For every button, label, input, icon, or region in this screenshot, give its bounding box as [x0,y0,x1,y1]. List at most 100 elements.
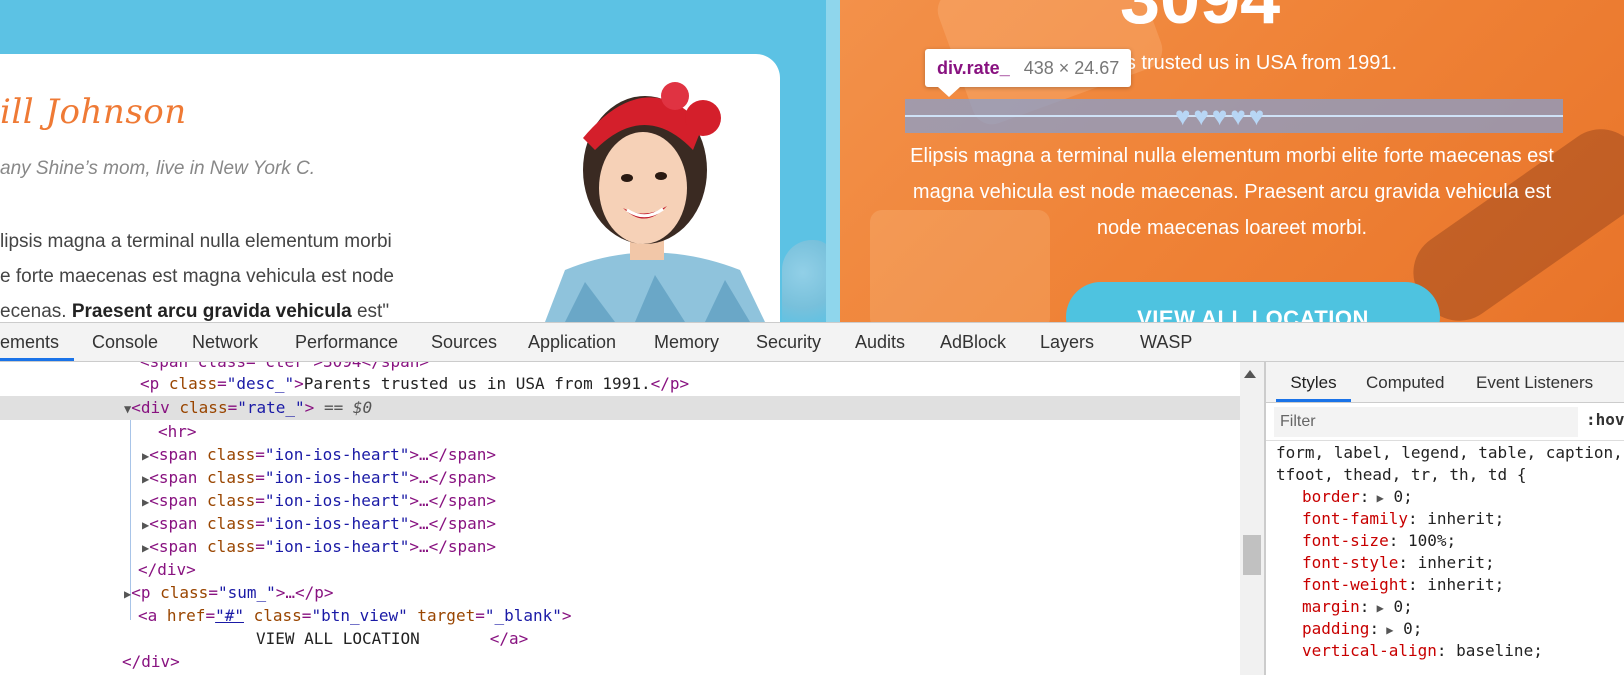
css-property-name[interactable]: font-size [1302,531,1389,550]
css-property-value[interactable]: 0; [1384,487,1413,506]
dom-tag: <span [149,468,198,487]
dom-attr-value[interactable]: "#" [215,606,244,625]
css-declaration[interactable]: font-size: 100%; [1276,530,1624,552]
summary-line: node maecenas loareet morbi. [1096,217,1368,239]
dom-node-close[interactable]: </div> [0,650,1240,674]
dom-attr-name: class [207,537,256,556]
css-property-value[interactable]: baseline; [1447,641,1543,660]
testimonial-section: ill Johnson any Shine’s mom, live in New… [0,0,840,322]
dom-node-heart[interactable]: ▶<span class="ion-ios-heart">…</span> [0,443,1240,467]
dom-tag: </span> [428,468,497,487]
dom-ellipsis: >… [275,583,296,602]
expand-triangle-icon[interactable]: ▶ [1369,491,1384,505]
testimonial-name: ill Johnson [0,92,187,132]
summary-line: Elipsis magna a terminal nulla elementum… [910,145,1554,167]
dom-text: VIEW ALL LOCATION [256,629,420,648]
dom-node-link-text[interactable]: VIEW ALL LOCATION </a> [0,627,1240,651]
tab-network[interactable]: Network [192,323,258,361]
dom-tag: <p [131,583,151,602]
tab-layers[interactable]: Layers [1040,323,1094,361]
dom-ellipsis: >… [409,537,429,556]
scrollbar-thumb[interactable] [1243,535,1261,575]
dom-node-link[interactable]: <a href="#" class="btn_view" target="_bl… [0,604,1240,628]
css-declarations: border: ▶ 0; font-family: inherit; font-si… [1276,486,1624,662]
dom-ellipsis: >… [409,514,429,533]
view-all-location-button[interactable]: VIEW ALL LOCATION [1066,282,1440,322]
expand-triangle-icon[interactable]: ▶ [1369,601,1384,615]
dom-attr-value: "btn_view" [311,606,408,625]
css-property-name[interactable]: border [1302,487,1360,506]
dom-tag: <a [138,606,158,625]
css-property-name[interactable]: font-style [1302,553,1398,572]
css-property-name[interactable]: vertical-align [1302,641,1437,660]
css-property-name[interactable]: font-family [1302,509,1408,528]
css-property-value[interactable]: inherit; [1408,553,1495,572]
quote-text: ecenas. [0,301,67,322]
tab-audits[interactable]: Audits [855,323,905,361]
tooltip-dimensions: 438 × 24.67 [1023,57,1120,78]
dom-attr-value: "ion-ios-heart" [264,537,410,556]
quote-line: ecenas. Praesent arcu gravida vehicula e… [0,294,420,322]
css-declaration[interactable]: font-family: inherit; [1276,508,1624,530]
css-property-value[interactable]: inherit; [1418,509,1504,528]
css-property-value[interactable]: inherit; [1418,575,1504,594]
dom-node-heart[interactable]: ▶<span class="ion-ios-heart">…</span> [0,489,1240,513]
tab-computed[interactable]: Computed [1366,362,1444,402]
dom-node-heart[interactable]: ▶<span class="ion-ios-heart">…</span> [0,512,1240,536]
tab-application[interactable]: Application [528,323,616,361]
dom-attr-name: class [160,583,209,602]
tab-performance[interactable]: Performance [295,323,398,361]
css-declaration[interactable]: vertical-align: baseline; [1276,640,1624,662]
css-declaration[interactable]: border: ▶ 0; [1276,486,1624,508]
css-property-name[interactable]: font-weight [1302,575,1408,594]
css-declaration[interactable]: font-weight: inherit; [1276,574,1624,596]
css-property-value[interactable]: 0; [1384,597,1413,616]
css-property-name[interactable]: padding [1302,619,1369,638]
dom-attr-name: href [166,606,206,625]
tab-event-listeners[interactable]: Event Listeners [1476,362,1593,402]
dom-node-heart[interactable]: ▶<span class="ion-ios-heart">…</span> [0,535,1240,559]
dom-tag-end: > [304,398,315,417]
dom-tag: </a> [489,629,529,648]
dom-text: Parents trusted us in USA from 1991. [303,374,651,393]
tab-elements[interactable]: ements [0,323,74,361]
quote-line: e forte maecenas est magna vehicula est … [0,266,394,287]
hover-state-toggle[interactable]: :hov [1586,410,1624,429]
css-declaration[interactable]: margin: ▶ 0; [1276,596,1624,618]
css-declaration[interactable]: font-style: inherit; [1276,552,1624,574]
dom-node-sum[interactable]: ▶<p class="sum_">…</p> [0,581,1240,605]
dom-tag: </div> [138,560,196,579]
tab-memory[interactable]: Memory [654,323,719,361]
dom-node-heart[interactable]: ▶<span class="ion-ios-heart">…</span> [0,466,1240,490]
dom-attr-value: "desc_" [226,374,295,393]
heart-icon: ♥ [1248,101,1265,131]
dom-tag: <span [149,491,198,510]
css-property-value[interactable]: 100%; [1398,531,1456,550]
dom-attr-name: class [207,445,256,464]
tab-sources[interactable]: Sources [431,323,497,361]
dom-node-rate-selected[interactable]: ▼<div class="rate_"> == $0 [0,396,1240,420]
elements-scrollbar[interactable] [1240,362,1265,675]
dom-attr-name: class [207,468,256,487]
quote-text: est" [356,301,390,322]
dom-attr-value: "_blank" [484,606,562,625]
dom-tag: </p> [650,374,690,393]
css-property-value[interactable]: 0; [1394,619,1422,638]
tab-adblock[interactable]: AdBlock [940,323,1006,361]
expand-triangle-icon[interactable]: ▶ [1379,623,1393,637]
css-declaration[interactable]: padding: ▶ 0; [1276,618,1624,640]
panel-divider [826,0,840,322]
tab-wasp[interactable]: WASP [1140,323,1192,361]
styles-filter-input[interactable] [1274,407,1578,437]
styles-filter-row: :hov [1266,402,1624,441]
scroll-up-arrow-icon[interactable] [1244,370,1256,378]
tab-security[interactable]: Security [756,323,821,361]
dom-node-close[interactable]: </div> [0,558,1240,582]
selected-marker: == $0 [323,398,373,417]
dom-node-hr[interactable]: <hr> [0,420,1240,444]
tab-console[interactable]: Console [92,323,158,361]
tab-styles[interactable]: Styles [1276,362,1351,402]
dom-tag: <span [149,445,198,464]
dom-node-desc[interactable]: <p class="desc_">Parents trusted us in U… [0,372,1240,396]
css-property-name[interactable]: margin [1302,597,1360,616]
